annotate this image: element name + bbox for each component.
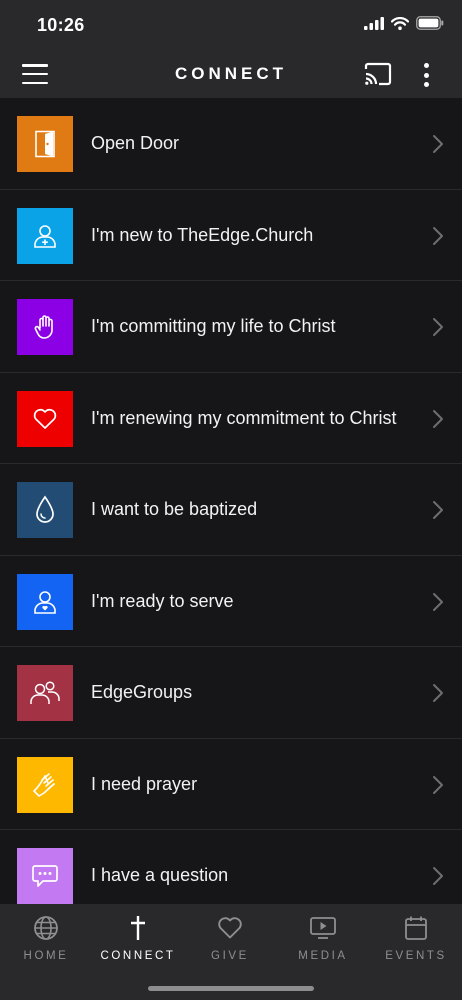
chevron-right-icon [433, 775, 443, 794]
home-indicator [148, 986, 314, 991]
play-screen-icon [310, 917, 336, 939]
list-item-label: I'm ready to serve [91, 590, 234, 611]
cross-icon [131, 916, 145, 940]
cellular-signal-icon [364, 16, 384, 30]
heart-icon [218, 917, 242, 939]
committing-life-tile [17, 299, 73, 355]
edgegroups-tile [17, 665, 73, 721]
wifi-icon [391, 16, 409, 30]
chevron-right-icon [433, 135, 443, 153]
baptized-tile [17, 482, 73, 538]
raised-hand-icon [34, 315, 53, 339]
tab-give[interactable]: GIVE [184, 914, 276, 962]
connect-list: Open Door I'm new to TheEdge.Church I'm … [0, 98, 462, 904]
chevron-right-icon [433, 867, 443, 885]
person-plus-icon [34, 224, 56, 248]
list-item-label: I'm renewing my commitment to Christ [91, 407, 397, 428]
new-to-church-tile [17, 207, 73, 264]
cast-icon[interactable] [364, 62, 392, 86]
tab-label: CONNECT [100, 950, 176, 962]
chevron-right-icon [433, 501, 443, 519]
list-item-baptized[interactable]: I want to be baptized [0, 464, 462, 556]
chevron-right-icon [433, 684, 443, 702]
renewing-commitment-tile [17, 390, 73, 447]
list-item-label: I want to be baptized [91, 499, 258, 519]
list-item-need-prayer[interactable]: I need prayer [0, 739, 462, 830]
need-prayer-tile [17, 756, 73, 813]
ready-to-serve-tile [17, 573, 73, 630]
praying-hands-icon [33, 772, 55, 797]
list-item-have-question[interactable]: I have a question [0, 830, 462, 904]
list-item-open-door[interactable]: Open Door [0, 98, 462, 190]
list-item-label: I'm new to TheEdge.Church [91, 224, 314, 245]
tab-bar: HOME CONNECT GIVE MEDIA EVENTS [0, 904, 462, 1000]
status-bar: 10:26 [0, 0, 462, 50]
list-item-renewing-commitment[interactable]: I'm renewing my commitment to Christ [0, 373, 462, 464]
chevron-right-icon [433, 318, 443, 336]
list-item-new-to-church[interactable]: I'm new to TheEdge.Church [0, 190, 462, 281]
battery-icon [416, 16, 444, 30]
water-drop-icon [36, 495, 54, 523]
status-icons [364, 16, 444, 30]
list-item-edgegroups[interactable]: EdgeGroups [0, 647, 462, 739]
list-item-committing-life[interactable]: I'm committing my life to Christ [0, 281, 462, 373]
tab-label: MEDIA [298, 950, 348, 962]
list-item-label: Open Door [91, 133, 180, 153]
door-icon [35, 130, 55, 158]
tab-connect[interactable]: CONNECT [92, 914, 184, 962]
list-item-ready-to-serve[interactable]: I'm ready to serve [0, 556, 462, 647]
chevron-right-icon [433, 409, 443, 428]
list-item-label: I have a question [91, 865, 229, 885]
status-time: 10:26 [37, 15, 85, 35]
tab-label: HOME [23, 950, 69, 962]
chat-bubble-icon [32, 865, 58, 887]
have-question-tile [17, 848, 73, 904]
tab-label: GIVE [211, 950, 249, 962]
tab-label: EVENTS [385, 950, 447, 962]
page-title: CONNECT [174, 64, 288, 83]
chevron-right-icon [433, 592, 443, 611]
group-icon [30, 681, 60, 704]
tab-events[interactable]: EVENTS [370, 914, 462, 962]
list-item-label: EdgeGroups [91, 682, 193, 702]
heart-icon [33, 408, 57, 429]
open-door-tile [17, 116, 73, 172]
tab-home[interactable]: HOME [0, 914, 92, 962]
globe-icon [34, 916, 58, 940]
calendar-icon [405, 916, 427, 940]
tab-media[interactable]: MEDIA [277, 914, 369, 962]
more-options-icon[interactable] [416, 61, 436, 89]
chevron-right-icon [433, 226, 443, 245]
list-item-label: I'm committing my life to Christ [91, 316, 336, 336]
app-header: CONNECT [0, 50, 462, 98]
list-item-label: I need prayer [91, 773, 198, 794]
person-heart-icon [34, 590, 56, 614]
